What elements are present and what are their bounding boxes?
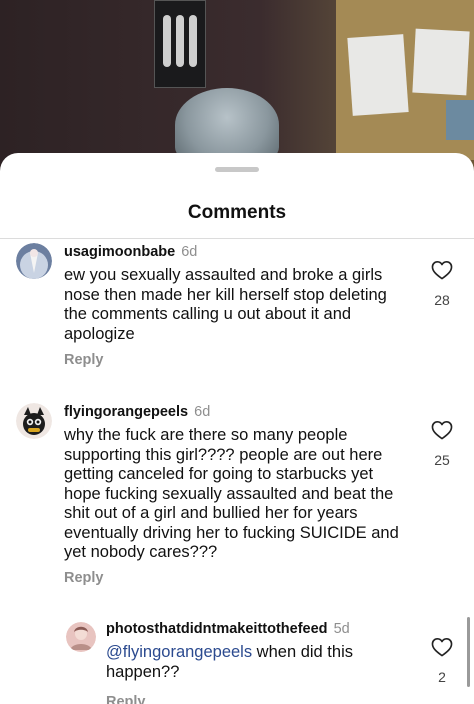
reply-button[interactable]: Reply [64,570,104,586]
like-control: 28 [428,260,456,308]
heart-outline-icon[interactable] [428,260,456,280]
comment-timestamp: 5d [333,621,350,637]
background-video [0,0,474,170]
reply-button[interactable]: Reply [106,694,146,704]
heart-outline-icon[interactable] [428,420,456,440]
avatar[interactable] [16,243,52,279]
person-head [175,88,279,162]
like-count: 28 [434,292,450,308]
comment-username[interactable]: usagimoonbabe [64,244,175,260]
like-count: 2 [438,669,446,685]
sheet-title: Comments [187,202,287,223]
comment-timestamp: 6d [194,404,211,420]
like-count: 25 [434,452,450,468]
comment-username[interactable]: flyingorangepeels [64,404,188,420]
avatar[interactable] [66,622,96,652]
cork-board [336,0,474,160]
comment-text: @flyingorangepeels when did this happen?… [106,643,406,682]
heart-outline-icon[interactable] [428,637,456,657]
reply-button[interactable]: Reply [64,352,104,368]
wall-poster [154,0,206,88]
sheet-drag-handle[interactable] [215,167,259,172]
comment-text: ew you sexually assaulted and broke a gi… [64,266,387,343]
comments-sheet: Comments usagimoonbabe 6d ew you sexuall… [0,153,474,704]
like-control: 2 [428,637,456,685]
header-divider [0,238,474,239]
comment-username[interactable]: photosthatdidntmakeittothefeed [106,621,328,637]
comment-timestamp: 6d [181,244,198,260]
mention-link[interactable]: @flyingorangepeels [106,643,252,661]
like-control: 25 [428,420,456,468]
avatar[interactable] [16,403,52,439]
scrollbar[interactable] [467,617,470,687]
comment-text: why the fuck are there so many people su… [64,426,399,561]
